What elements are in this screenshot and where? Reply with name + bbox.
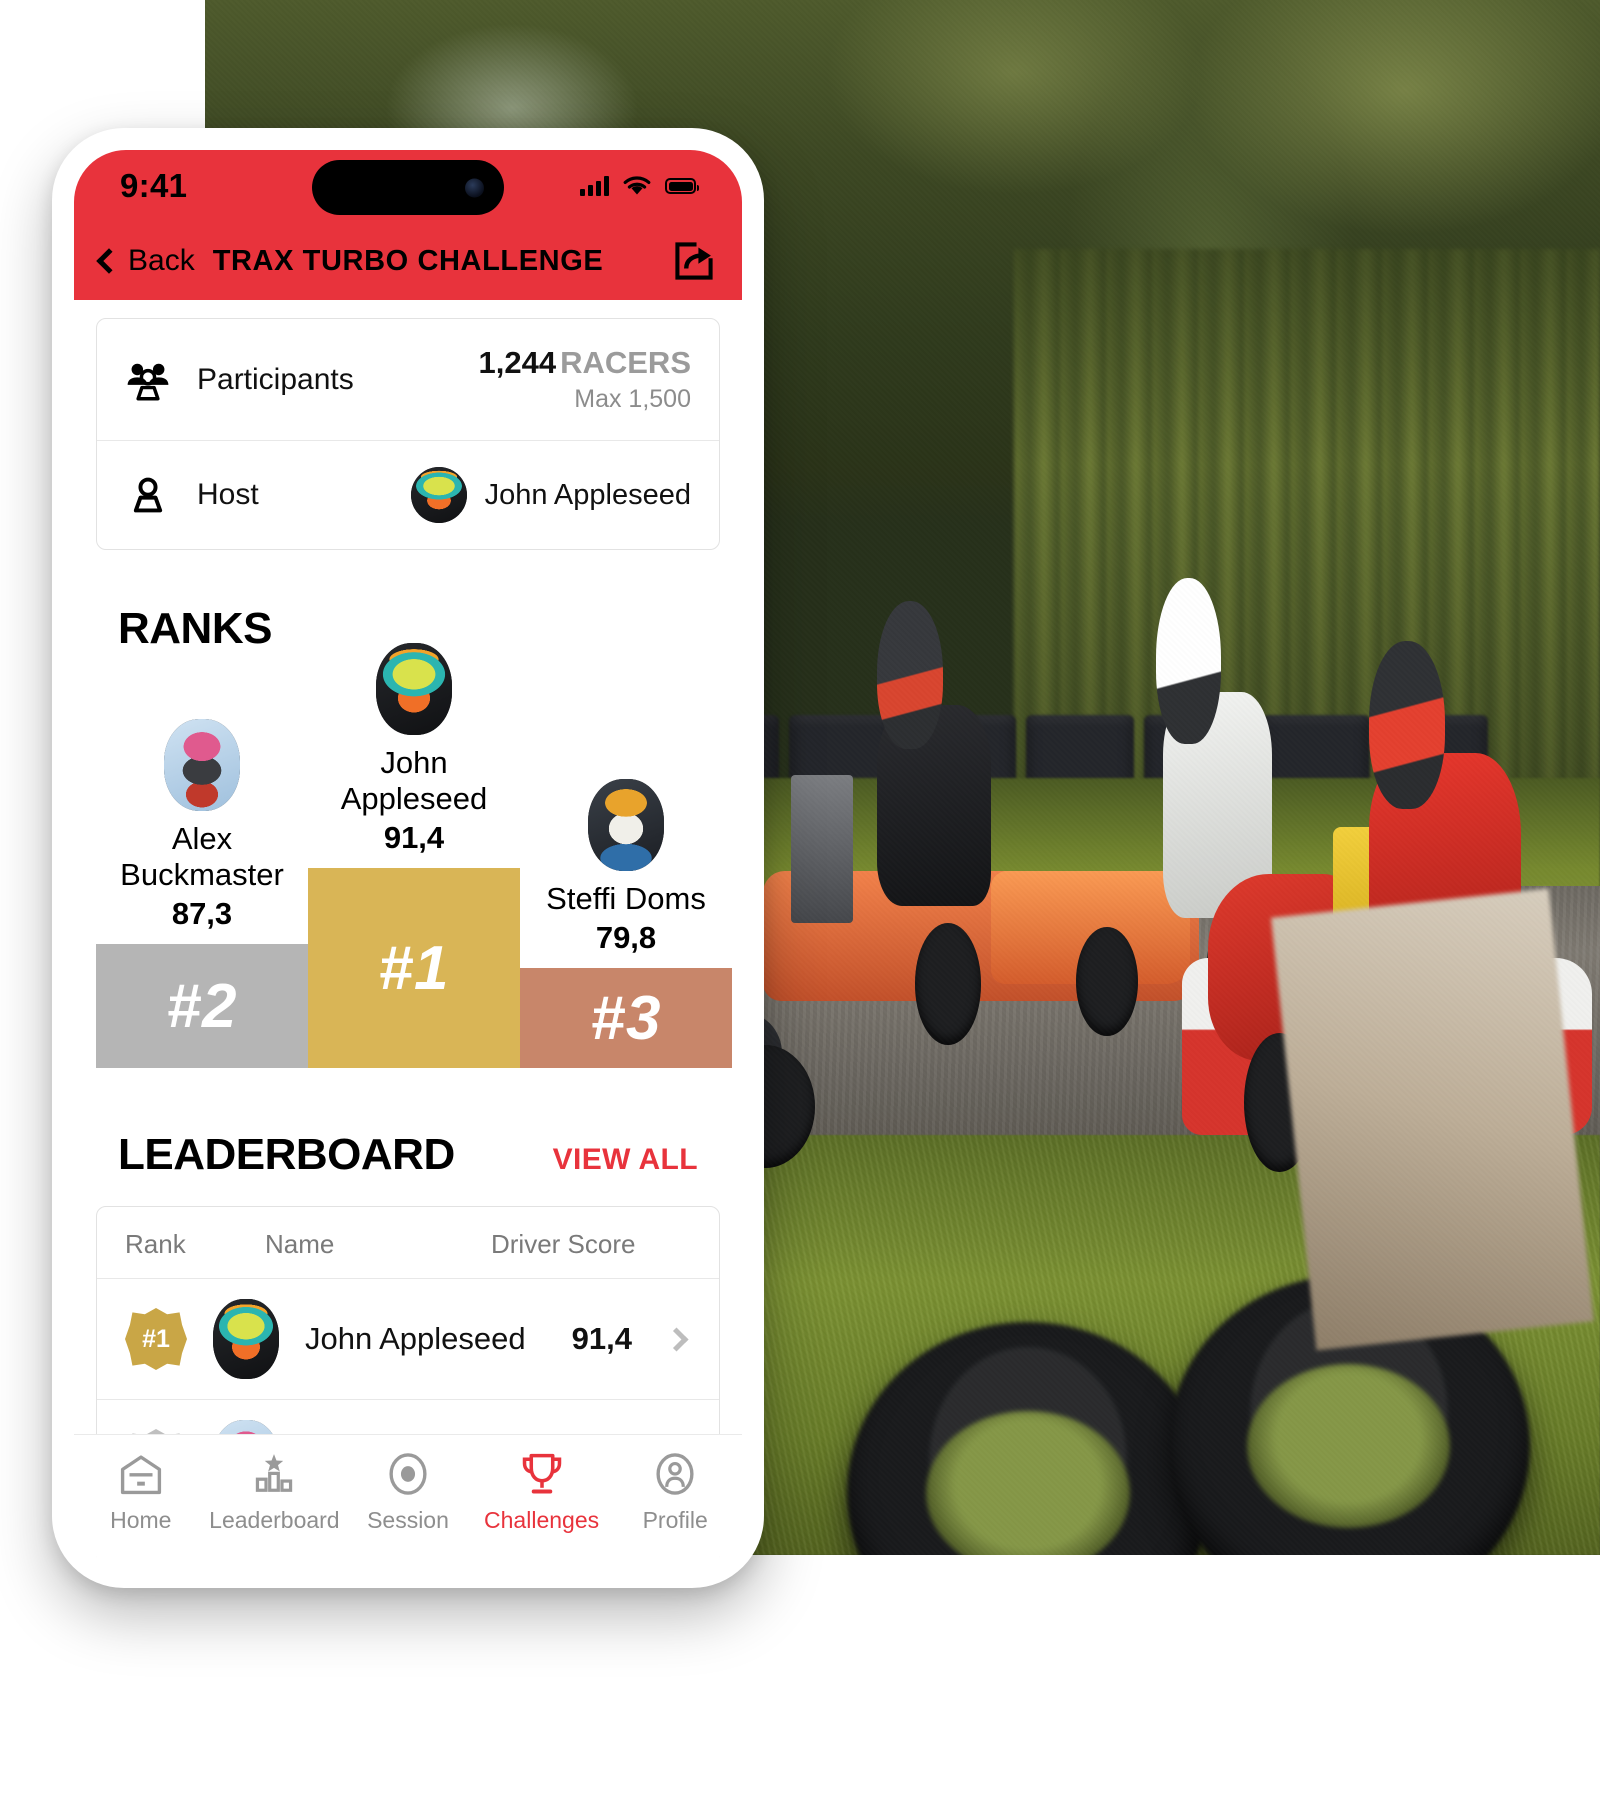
tab-label: Challenges [484, 1507, 600, 1533]
podium-bar: #1 [308, 868, 520, 1068]
tab-profile[interactable]: Profile [608, 1451, 742, 1534]
podium-place-label: #3 [590, 983, 662, 1053]
red-header: 9:41 Back TRAX TURBO CHALLENGE [74, 150, 742, 300]
podium-name: Steffi Doms [546, 881, 706, 917]
column-header-name: Name [265, 1229, 335, 1259]
podium-name: Alex Buckmaster [120, 820, 284, 893]
podium-score: 79,8 [595, 920, 657, 955]
person-circle-icon [656, 1453, 694, 1495]
leaderboard-header: LEADERBOARD VIEW ALL [118, 1130, 698, 1180]
person-icon [133, 477, 163, 513]
tab-leaderboard[interactable]: Leaderboard [208, 1451, 342, 1534]
battery-icon [665, 178, 699, 194]
podium-score: 91,4 [383, 820, 445, 855]
status-clock: 9:41 [120, 167, 188, 204]
phone-screen: 9:41 Back TRAX TURBO CHALLENGE Participa… [74, 150, 742, 1566]
host-name: John Appleseed [484, 478, 691, 511]
avatar [376, 642, 452, 735]
nav-bar: Back TRAX TURBO CHALLENGE [74, 222, 742, 300]
dynamic-island [312, 160, 504, 215]
wifi-icon [623, 176, 651, 195]
podium-bar: #3 [520, 968, 732, 1068]
podium-place-label: #2 [166, 971, 238, 1041]
tab-label: Home [110, 1507, 172, 1533]
participants-count: 1,244 [478, 345, 557, 380]
status-bar: 9:41 [74, 150, 742, 222]
participants-row: Participants 1,244 RACERS Max 1,500 [97, 319, 719, 440]
back-label: Back [128, 244, 195, 277]
leaderboard-heading: LEADERBOARD [118, 1130, 455, 1179]
tab-label: Profile [642, 1507, 708, 1533]
front-camera-icon [465, 178, 484, 197]
participants-values: 1,244 RACERS Max 1,500 [479, 345, 691, 414]
leaderboard-column-headers: Rank Name Driver Score [97, 1207, 719, 1278]
podium-place-2: Alex Buckmaster 87,3 #2 [96, 718, 308, 1068]
column-header-score: Driver Score [491, 1229, 636, 1259]
tab-home[interactable]: Home [74, 1451, 208, 1534]
avatar [164, 718, 240, 811]
podium-bar: #2 [96, 944, 308, 1068]
participants-label: Participants [197, 362, 354, 396]
column-header-rank: Rank [125, 1229, 186, 1259]
bottom-tab-bar: Home Leaderboard Session Challenges Prof… [74, 1434, 742, 1566]
status-icons [580, 174, 699, 198]
podium-name: John Appleseed [340, 744, 488, 817]
participants-max: Max 1,500 [574, 385, 691, 413]
share-icon [675, 242, 713, 280]
tab-label: Session [367, 1507, 449, 1533]
chevron-left-icon [96, 248, 122, 274]
challenge-info-card: Participants 1,244RACERS Max 1,500 Host [96, 318, 720, 550]
host-value: John Appleseed [410, 467, 691, 523]
back-button[interactable]: Back [96, 244, 195, 278]
chevron-right-icon [664, 1326, 689, 1352]
avatar [410, 467, 467, 523]
podium-place-label: #1 [378, 933, 450, 1003]
foreground-board [1271, 888, 1595, 1351]
participants-unit: RACERS [560, 345, 691, 380]
cellular-bars-icon [580, 176, 609, 196]
row-score: 91,4 [571, 1321, 632, 1356]
participants-group-icon [127, 363, 169, 400]
podium-place-3: Steffi Doms 79,8 #3 [520, 779, 732, 1068]
tab-session[interactable]: Session [341, 1451, 475, 1534]
podium-place-1: John Appleseed 91,4 #1 [308, 642, 520, 1068]
tab-label: Leaderboard [209, 1507, 340, 1533]
avatar [213, 1299, 279, 1379]
host-row: Host John Appleseed [97, 440, 719, 549]
record-circle-icon [389, 1453, 427, 1495]
avatar [588, 779, 664, 872]
view-all-link[interactable]: VIEW ALL [553, 1143, 698, 1177]
table-row[interactable]: #1 John Appleseed 91,4 [97, 1278, 719, 1399]
row-name: John Appleseed [305, 1321, 526, 1356]
phone-mockup: 9:41 Back TRAX TURBO CHALLENGE Participa… [52, 128, 764, 1588]
podium-score: 87,3 [171, 896, 233, 931]
trophy-icon [522, 1453, 561, 1494]
share-button[interactable] [672, 239, 716, 283]
screenshot-root: 9:41 Back TRAX TURBO CHALLENGE Participa… [0, 0, 1600, 1800]
garage-home-icon [120, 1455, 161, 1495]
rank-badge: #1 [125, 1308, 187, 1370]
ranks-podium: Alex Buckmaster 87,3 #2 John Appleseed 9… [96, 642, 732, 1068]
tab-challenges[interactable]: Challenges [475, 1451, 609, 1534]
host-label: Host [197, 478, 259, 511]
podium-star-icon [256, 1454, 293, 1492]
